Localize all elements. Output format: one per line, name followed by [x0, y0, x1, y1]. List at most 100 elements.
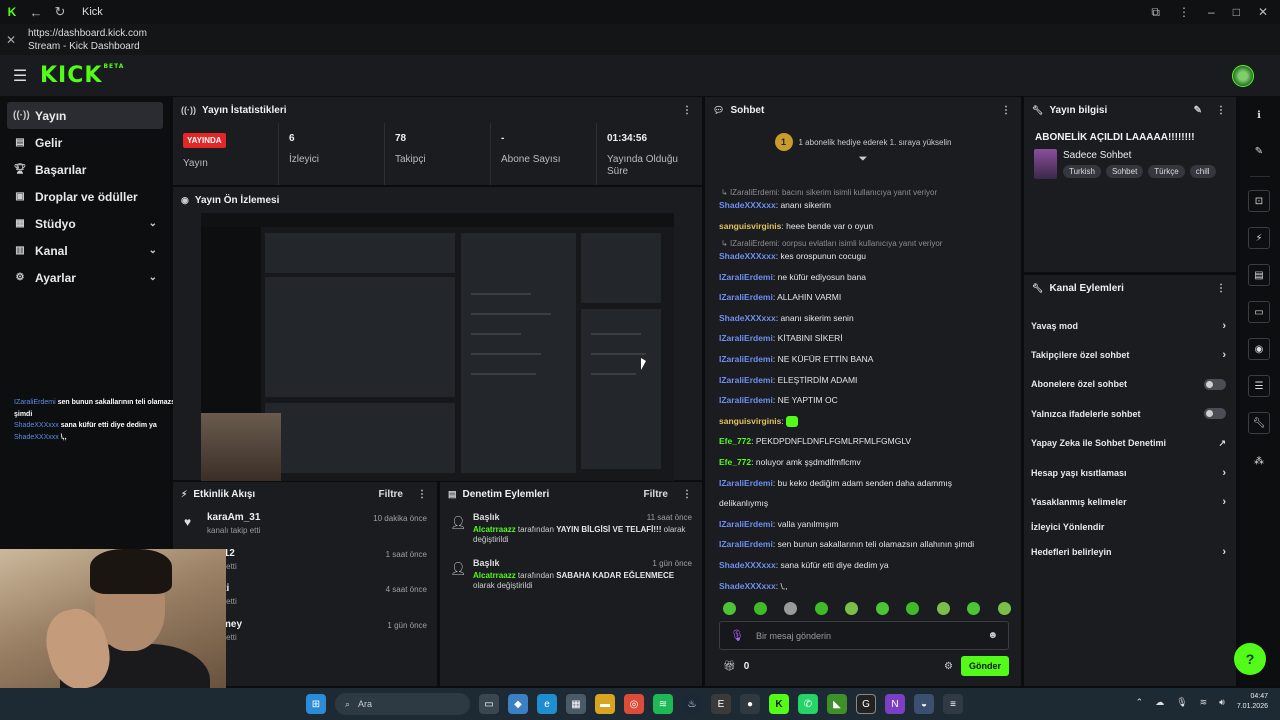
- obs-icon[interactable]: ●: [740, 694, 760, 714]
- kebab-menu-icon[interactable]: ⋮: [1001, 105, 1011, 116]
- extensions-icon[interactable]: ⧉: [1151, 5, 1160, 20]
- task-view-icon[interactable]: ▭: [479, 694, 499, 714]
- action-banned-words[interactable]: Yasaklanmış kelimeler ›: [1024, 487, 1236, 516]
- kebab-menu-icon[interactable]: ⋮: [682, 105, 692, 116]
- sidebar-item-yayin[interactable]: ((·)) Yayın: [7, 102, 163, 129]
- chat-message-input[interactable]: 🎙︎ Bir mesaj gönderin ☻: [719, 621, 1009, 650]
- help-button[interactable]: ?: [1234, 643, 1266, 675]
- chat-username[interactable]: IZaraliErdemi: [719, 292, 773, 302]
- subscribers-only-toggle[interactable]: [1204, 378, 1226, 390]
- chat-username[interactable]: sanguisvirginis: [719, 221, 781, 231]
- chat-icon[interactable]: ▭: [1248, 301, 1270, 323]
- back-icon[interactable]: ←: [28, 4, 44, 20]
- chat-message[interactable]: ShadeXXXxxx: \,,: [719, 576, 1009, 597]
- chat-username[interactable]: IZaraliErdemi: [719, 272, 773, 282]
- gift-icon[interactable]: 🎁︎: [723, 661, 736, 672]
- chat-message[interactable]: IZaraliErdemi: ne küfür ediyosun bana: [719, 267, 1009, 288]
- document-icon[interactable]: ▤: [1248, 264, 1270, 286]
- chat-username[interactable]: IZaraliErdemi: [719, 333, 773, 343]
- chat-message[interactable]: ShadeXXXxxx: ananı sikerim senin: [719, 308, 1009, 329]
- sidebar-item-ayarlar[interactable]: ⚙ Ayarlar ⌄: [7, 264, 163, 291]
- emote-icon[interactable]: [997, 602, 1011, 615]
- steam-icon[interactable]: ♨︎: [682, 694, 702, 714]
- nvidia-icon[interactable]: ◣: [827, 694, 847, 714]
- tray-chevron-icon[interactable]: ⌃: [1136, 697, 1144, 708]
- cloud-icon[interactable]: ☁︎: [1155, 697, 1164, 708]
- chat-username[interactable]: ShadeXXXxxx: [719, 581, 776, 591]
- maximize-button[interactable]: □: [1233, 5, 1240, 20]
- broadcast-icon[interactable]: ◉: [1248, 338, 1270, 360]
- chrome-icon[interactable]: ◎: [624, 694, 644, 714]
- more-icon[interactable]: ⋮: [1178, 5, 1190, 20]
- store-icon[interactable]: ▦: [566, 694, 586, 714]
- chat-username[interactable]: Efe_772: [719, 436, 751, 446]
- chat-message[interactable]: ShadeXXXxxx: kes orospunun cocugu: [719, 250, 1009, 263]
- kick-taskbar-icon[interactable]: K: [769, 694, 789, 714]
- chat-message[interactable]: Efe_772: PEKDPDNFLDNFLFGMLRFMLFGMGLV: [719, 431, 1009, 452]
- chat-username[interactable]: IZaraliErdemi: [719, 519, 773, 529]
- chat-username[interactable]: IZaraliErdemi: [719, 539, 773, 549]
- emote-icon[interactable]: [967, 602, 980, 615]
- chat-message[interactable]: delikanlıymış: [719, 493, 1009, 514]
- crop-icon[interactable]: ⊡: [1248, 190, 1270, 212]
- chat-message[interactable]: IZaraliErdemi: ELEŞTİRDİM ADAMI: [719, 370, 1009, 391]
- chat-username[interactable]: IZaraliErdemi: [719, 478, 773, 488]
- chat-message[interactable]: ShadeXXXxxx: ananı sikerim: [719, 199, 1009, 212]
- chat-username[interactable]: IZaraliErdemi: [719, 395, 773, 405]
- chat-message[interactable]: IZaraliErdemi: NE KÜFÜR ETTİN BANA: [719, 349, 1009, 370]
- chat-message[interactable]: sanguisvirginis:: [719, 411, 1009, 432]
- chat-username[interactable]: sanguisvirginis: [719, 416, 781, 426]
- kebab-menu-icon[interactable]: ⋮: [1216, 283, 1226, 294]
- chat-message[interactable]: ShadeXXXxxx: sana küfür etti diye dedim …: [719, 555, 1009, 576]
- minimize-button[interactable]: –: [1208, 5, 1215, 20]
- kebab-menu-icon[interactable]: ⋮: [417, 489, 427, 500]
- emote-icon[interactable]: [936, 602, 950, 615]
- app-icon[interactable]: ≡: [943, 694, 963, 714]
- system-clock[interactable]: 04:47 7.01.2026: [1237, 692, 1268, 712]
- filter-button[interactable]: Filtre: [644, 489, 668, 500]
- reload-icon[interactable]: ↻: [52, 4, 68, 20]
- filter-funnel-icon[interactable]: ⏷: [705, 153, 1021, 166]
- chat-message[interactable]: IZaraliErdemi: valla yanılmışım: [719, 514, 1009, 535]
- chat-username[interactable]: ShadeXXXxxx: [719, 560, 776, 570]
- emoji-picker-icon[interactable]: ☻: [987, 630, 998, 641]
- address-bar[interactable]: ✕ https://dashboard.kick.com Stream - Ki…: [0, 24, 1280, 55]
- sidebar-item-droplar[interactable]: ▣ Droplar ve ödüller: [7, 183, 163, 210]
- emote-icon[interactable]: [814, 602, 828, 615]
- lightning-icon[interactable]: ⚡︎: [1248, 227, 1270, 249]
- action-followers-only[interactable]: Takipçilere özel sohbet ›: [1024, 340, 1236, 369]
- stream-preview-video[interactable]: [201, 213, 674, 481]
- sidebar-item-basarilar[interactable]: 🏆︎ Başarılar: [7, 156, 163, 183]
- sidebar-item-kanal[interactable]: ▥ Kanal ⌄: [7, 237, 163, 264]
- category-name[interactable]: Sadece Sohbet: [1063, 150, 1216, 161]
- action-ai-moderation[interactable]: Yapay Zeka ile Sohbet Denetimi ↗: [1024, 429, 1236, 458]
- send-button[interactable]: Gönder: [960, 656, 1009, 676]
- chat-message[interactable]: IZaraliErdemi: sen bunun sakallarının te…: [719, 534, 1009, 555]
- chat-username[interactable]: Efe_772: [719, 457, 751, 467]
- epic-icon[interactable]: E: [711, 694, 731, 714]
- chat-message[interactable]: IZaraliErdemi: ALLAHIN VARMI: [719, 287, 1009, 308]
- close-icon[interactable]: ✕: [6, 33, 22, 47]
- layout-icon[interactable]: ☰: [1248, 375, 1270, 397]
- chat-username[interactable]: ShadeXXXxxx: [719, 200, 776, 210]
- windows-start-icon[interactable]: ⊞: [306, 694, 326, 714]
- emote-icon[interactable]: [753, 602, 767, 615]
- g-hub-icon[interactable]: G: [856, 694, 876, 714]
- emote-icon[interactable]: [906, 602, 919, 615]
- discord-icon[interactable]: ◒: [914, 694, 934, 714]
- mic-icon[interactable]: 🎙︎: [1176, 697, 1187, 708]
- kebab-menu-icon[interactable]: ⋮: [1216, 105, 1226, 116]
- category-thumbnail[interactable]: [1034, 149, 1057, 179]
- chat-message[interactable]: sanguisvirginis: heee bende var o oyun: [719, 216, 1009, 237]
- pencil-icon[interactable]: ✎: [1248, 140, 1270, 162]
- edit-icon[interactable]: ✎: [1194, 105, 1202, 116]
- info-icon[interactable]: ℹ︎: [1248, 104, 1270, 126]
- action-account-age[interactable]: Hesap yaşı kısıtlaması ›: [1024, 458, 1236, 487]
- action-slow-mode[interactable]: Yavaş mod ›: [1024, 311, 1236, 340]
- sidebar-item-gelir[interactable]: ▤ Gelir: [7, 129, 163, 156]
- chat-message[interactable]: IZaraliErdemi: NE YAPTIM OC: [719, 390, 1009, 411]
- emote-icon[interactable]: [845, 602, 858, 615]
- widgets-icon[interactable]: ◆: [508, 694, 528, 714]
- emote-icon[interactable]: [723, 602, 736, 615]
- spotify-icon[interactable]: ≋: [653, 694, 673, 714]
